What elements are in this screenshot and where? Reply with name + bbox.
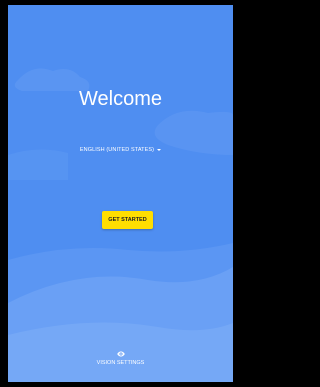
- dropdown-arrow-icon: [157, 148, 162, 151]
- get-started-button[interactable]: GET STARTED: [102, 211, 153, 229]
- language-label: ENGLISH (UNITED STATES): [79, 147, 155, 153]
- vision-settings-button[interactable]: VISION SETTINGS: [8, 351, 233, 366]
- welcome-title: Welcome: [79, 88, 162, 110]
- vision-settings-label: VISION SETTINGS: [96, 360, 145, 366]
- background-clouds: [8, 5, 233, 382]
- eye-icon: [116, 351, 125, 357]
- setup-screen: Welcome ENGLISH (UNITED STATES) GET STAR…: [8, 5, 233, 382]
- language-selector[interactable]: ENGLISH (UNITED STATES): [8, 147, 233, 153]
